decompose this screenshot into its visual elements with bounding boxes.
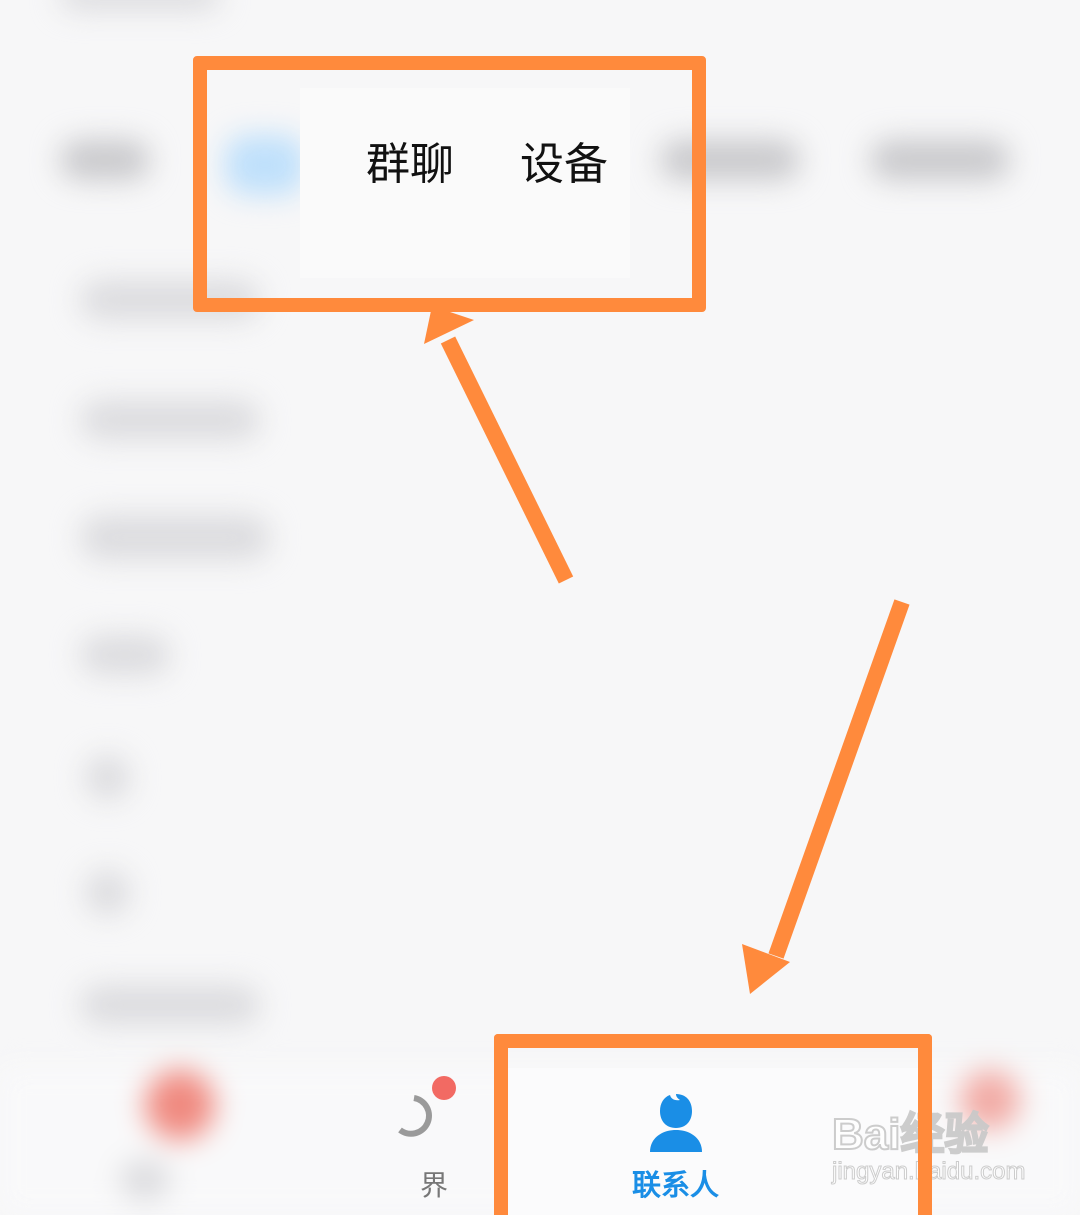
arrow-up-icon <box>424 306 574 584</box>
annotation-arrows <box>424 306 910 994</box>
arrow-down-icon <box>742 599 910 994</box>
